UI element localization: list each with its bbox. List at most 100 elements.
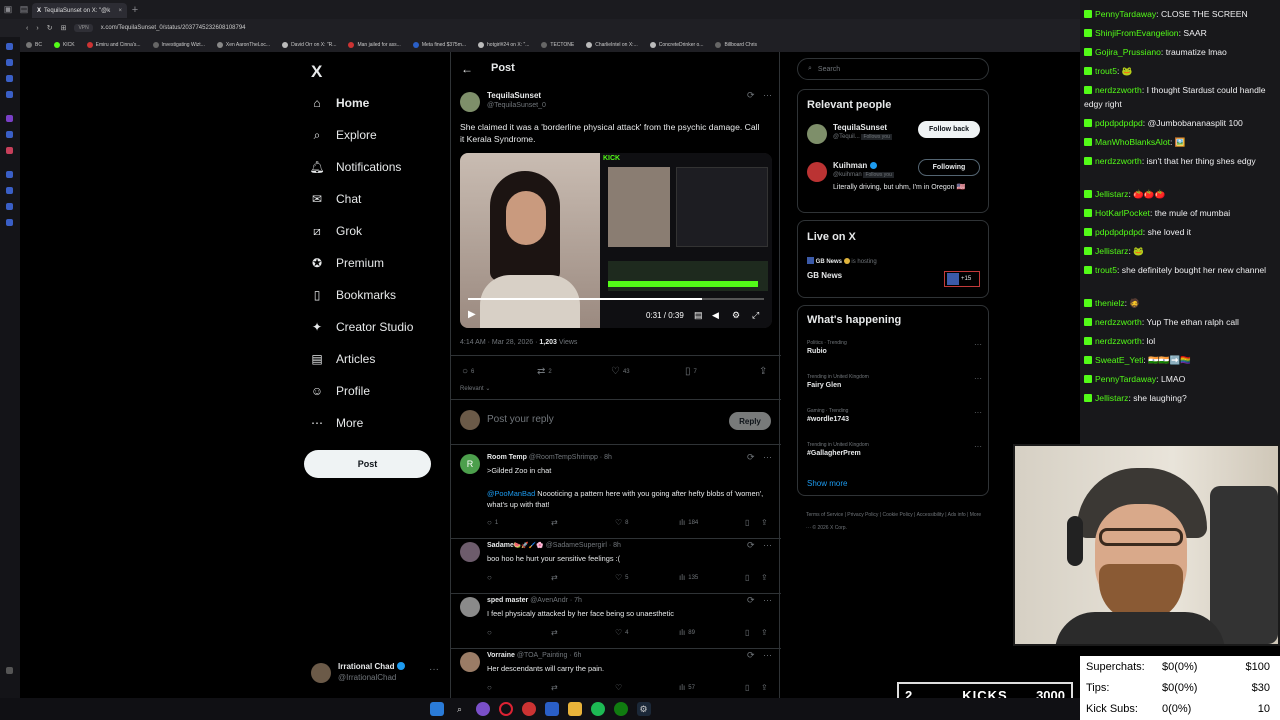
views-action[interactable]: ılı 57 [679,683,695,692]
reply-avatar[interactable] [460,542,480,562]
share-icon[interactable]: ⇪ [761,518,768,527]
reply-action[interactable]: ○ [487,628,495,637]
folder-icon[interactable] [567,702,582,716]
bookmark-item[interactable]: David Orr on X: "R... [282,41,336,48]
more-icon[interactable]: ··· [763,595,772,605]
chat-username[interactable]: PennyTardaway [1095,374,1156,384]
search-box[interactable]: ⌕ Search [797,58,989,80]
volume-icon[interactable]: ◀ [712,310,719,321]
captions-icon[interactable]: ▤ [694,310,703,321]
x-logo-icon[interactable]: X [311,62,322,82]
back-arrow-icon[interactable]: ← [461,62,473,76]
chat-username[interactable]: thenielz [1095,298,1125,308]
sidebar-app-icon[interactable] [6,203,13,210]
nav-item-notifications[interactable]: 🔔︎ Notifications [309,157,401,177]
more-icon[interactable]: ··· [974,340,982,349]
chat-username[interactable]: pdpdpdpdpd [1095,227,1143,237]
more-icon[interactable]: ··· [763,90,772,100]
like-action[interactable]: ♡ 43 [611,366,630,377]
bookmark-icon[interactable]: ▯ [745,573,749,582]
nav-item-premium[interactable]: ✪ Premium [310,253,384,273]
nav-item-more[interactable]: ⋯ More [310,413,363,433]
reply-author[interactable]: Vorraine [487,652,515,659]
chat-username[interactable]: Gojira_Prussiano [1095,47,1161,57]
chat-username[interactable]: nerdzzworth [1095,156,1142,166]
grok-icon[interactable]: ⟳ [747,452,755,463]
video-progress[interactable] [468,298,764,300]
live-avatars[interactable]: +15 [944,271,980,287]
share-icon[interactable]: ⇪ [759,366,767,377]
follow-back-button[interactable]: Follow back [918,121,980,138]
share-icon[interactable]: ⇪ [761,573,768,582]
nav-item-home[interactable]: ⌂ Home [310,93,369,113]
author-name[interactable]: TequilaSunset [487,91,541,100]
following-button[interactable]: Following [918,159,980,176]
person-name[interactable]: TequilaSunset [833,123,887,132]
trend-item[interactable]: Trending in United Kingdom #GallagherPrem… [807,442,982,457]
reply-input[interactable]: Post your reply [487,414,554,425]
fullscreen-icon[interactable]: ⤢ [752,310,759,321]
bookmark-item[interactable]: Billboard Chris [715,41,757,48]
app-icon[interactable] [544,702,559,716]
chat-username[interactable]: Jellistarz [1095,393,1128,403]
bookmark-item[interactable]: hotgirl#24 on X: "... [478,41,529,48]
reply-post[interactable]: Vorraine @TOA_Painting · 6h ⟳ ··· Her desce… [451,650,781,698]
chat-username[interactable]: trout5 [1095,265,1117,275]
nav-item-chat[interactable]: ✉ Chat [310,189,361,209]
views-action[interactable]: ılı 135 [679,573,698,582]
reply-handle[interactable]: @RoomTempShrimpp · 8h [529,454,612,461]
sidebar-app-icon[interactable] [6,91,13,98]
author-avatar[interactable] [460,92,480,112]
sort-dropdown[interactable]: Relevant ⌄ [460,385,490,392]
sidebar-app-icon[interactable] [6,171,13,178]
workspaces-icon[interactable]: ▣ [0,0,16,19]
grid-icon[interactable]: ⊞ [61,24,67,32]
settings-icon[interactable] [6,667,13,674]
bookmark-item[interactable]: CharlieIntel on X:... [586,41,638,48]
show-more-link[interactable]: Show more [807,479,847,488]
nav-item-grok[interactable]: ⧄ Grok [310,221,362,241]
like-action[interactable]: ♡ 4 [615,628,629,637]
share-icon[interactable]: ⇪ [761,683,768,692]
sidebar-app-icon[interactable] [6,59,13,66]
person-name[interactable]: Kuihman [833,161,867,170]
spotify-icon[interactable] [590,702,605,716]
sidebar-app-icon[interactable] [6,187,13,194]
like-action[interactable]: ♡ 5 [615,573,629,582]
chat-username[interactable]: nerdzzworth [1095,336,1142,346]
reply-button[interactable]: Reply [729,412,771,430]
new-tab-icon[interactable]: + [127,0,143,19]
bookmark-item[interactable]: Man jailed for ass... [348,41,401,48]
opera-icon[interactable] [498,702,513,716]
repost-action[interactable]: ⇄ 2 [537,366,552,377]
like-action[interactable]: ♡ [615,683,625,692]
reply-author[interactable]: sped master [487,597,528,604]
sidebar-app-icon[interactable] [6,131,13,138]
more-icon[interactable]: ··· [974,374,982,383]
grok-icon[interactable]: ⟳ [747,650,755,661]
vpn-badge[interactable]: VPN [74,24,93,32]
more-icon[interactable]: ··· [974,408,982,417]
nav-item-explore[interactable]: ⌕ Explore [310,125,377,145]
more-icon[interactable]: ··· [763,540,772,550]
settings-icon[interactable]: ⚙ [732,310,740,321]
steam-icon[interactable]: ⚙ [636,702,651,716]
chat-username[interactable]: HotKarlPocket [1095,208,1150,218]
footer-links[interactable]: Terms of Service | Privacy Policy | Cook… [806,509,986,535]
windows-start-icon[interactable] [429,702,444,716]
reply-action[interactable]: ○ [487,573,495,582]
share-icon[interactable]: ⇪ [761,628,768,637]
chat-username[interactable]: ShinjiFromEvangelion [1095,28,1179,38]
chat-username[interactable]: trout5 [1095,66,1117,76]
tab-active[interactable]: X TequilaSunset on X: "@k × [32,3,127,18]
sidebar-app-icon[interactable] [6,75,13,82]
reply-action[interactable]: ○ [487,683,495,692]
forward-icon[interactable]: › [36,25,38,32]
more-icon[interactable]: ··· [763,650,772,660]
repost-action[interactable]: ⇄ [551,573,561,582]
reply-handle[interactable]: @AvenAndr · 7h [530,597,582,604]
chat-username[interactable]: nerdzzworth [1095,317,1142,327]
app-icon[interactable] [475,702,490,716]
nav-item-profile[interactable]: ☺ Profile [310,381,370,401]
video-player[interactable]: KICK ▶ 0:31 / 0:39 ▤ ◀ ⚙ ⤢ [460,153,772,328]
